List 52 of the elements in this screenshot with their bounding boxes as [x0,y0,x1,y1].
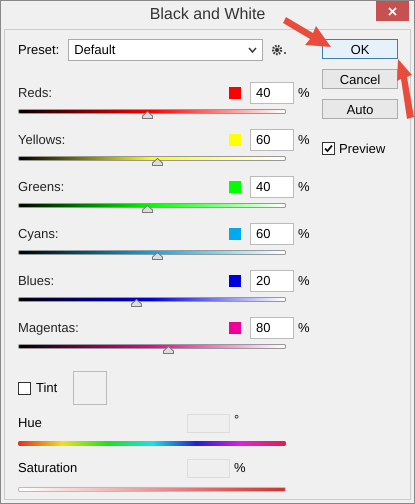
unit-label: % [298,178,310,196]
close-icon [388,6,397,16]
degree-label: ° [234,411,240,429]
tint-color-swatch[interactable] [73,371,107,405]
preview-checkbox[interactable] [322,142,335,156]
slider-thumb[interactable] [163,346,174,354]
chevron-icon [248,47,258,53]
preset-dropdown[interactable]: Default [68,39,264,61]
slider[interactable] [18,297,286,309]
slider[interactable] [18,109,286,121]
slider-thumb[interactable] [152,158,164,166]
unit-label: % [298,84,310,102]
slider[interactable] [18,203,286,215]
channel-label: Yellows: [18,131,66,150]
gear-icon[interactable] [272,44,288,56]
channel-label: Greens: [18,178,64,196]
dialog-button[interactable]: Auto [322,99,398,119]
channel-label: Cyans: [18,225,58,244]
channel-label: Reds: [18,84,52,102]
dialog-button[interactable]: Cancel [322,69,398,89]
slider-thumb[interactable] [152,252,164,260]
close-button[interactable] [376,1,409,21]
unit-label: % [298,225,310,244]
hue-spectrum-bar[interactable] [18,441,286,446]
percent-field[interactable]: 40 [250,176,294,198]
percent-field[interactable]: 80 [250,317,294,339]
percent-field[interactable]: 60 [250,129,294,151]
slider[interactable] [18,344,286,356]
preview-label: Preview [339,140,386,158]
tint-label: Tint [36,379,58,398]
percent-field[interactable]: 20 [250,270,294,292]
slider-thumb[interactable] [142,205,153,213]
channel-label: Blues: [18,272,54,290]
channel-label: Magentas: [18,319,79,338]
unit-label: % [298,272,310,290]
unit-label: % [298,319,310,338]
percent-field[interactable]: 40 [250,82,294,104]
saturation-label: Saturation [18,459,78,478]
tint-checkbox[interactable] [18,382,31,394]
window-title: Black and White [150,5,266,25]
hue-label: Hue [18,414,43,432]
percent-field[interactable]: 60 [250,223,294,245]
slider-thumb[interactable] [130,299,142,307]
unit-label: % [234,459,246,478]
saturation-bar[interactable] [18,487,286,492]
unit-label: % [298,131,310,150]
slider[interactable] [18,156,286,168]
slider-thumb[interactable] [142,111,153,119]
pointer-arrow [397,59,414,119]
dialog-button[interactable]: OK [322,39,398,59]
slider[interactable] [18,250,286,262]
preset-label: Preset: [18,41,60,60]
